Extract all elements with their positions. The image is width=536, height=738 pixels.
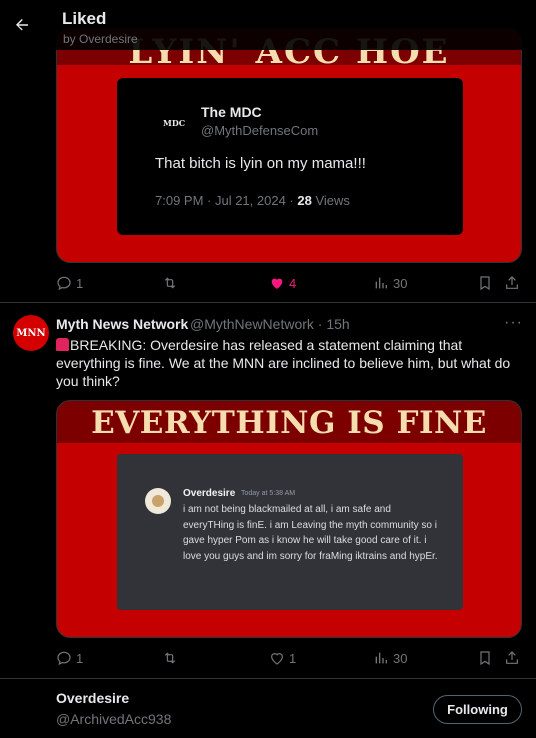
media-banner-text: EVERYTHING IS FINE <box>91 405 487 441</box>
siren-icon <box>56 338 69 351</box>
like-button[interactable]: 4 <box>269 275 296 291</box>
reply-count: 1 <box>76 650 84 666</box>
author-name[interactable]: Myth News Network <box>56 316 188 332</box>
quoted-tweet-text: That bitch is lyin on my mama!!! <box>155 155 366 172</box>
avatar <box>145 488 171 514</box>
tweet2-media[interactable]: EVERYTHING IS FINE Overdesire Today at 5… <box>56 400 522 638</box>
avatar[interactable]: MNN <box>13 315 49 351</box>
bookmark-icon <box>480 651 490 666</box>
analytics-icon <box>375 277 387 289</box>
like-count: 1 <box>289 650 297 666</box>
retweet-icon <box>164 652 176 664</box>
bookmark-icon <box>480 276 490 291</box>
arrow-left-icon <box>16 19 28 31</box>
bookmark-button[interactable] <box>477 275 493 291</box>
tweet1-actions: 1 4 30 <box>56 275 522 295</box>
tweet-divider <box>0 302 536 303</box>
page-subtitle: by Overdesire <box>63 32 138 46</box>
reply-icon <box>57 651 71 666</box>
discord-username: Overdesire <box>183 488 236 499</box>
share-icon <box>506 651 518 664</box>
discord-timestamp: Today at 5:38 AM <box>241 490 296 497</box>
quoted-author-handle: @MythDefenseCom <box>201 123 319 138</box>
media-banner: EVERYTHING IS FINE <box>57 401 521 443</box>
user-handle[interactable]: @ArchivedAcc938 <box>56 711 171 727</box>
tweet-text-body: BREAKING: Overdesire has released a stat… <box>56 337 511 389</box>
tweet2-actions: 1 1 30 <box>56 650 522 670</box>
retweet-button[interactable] <box>162 650 178 666</box>
more-options-icon[interactable]: ··· <box>504 314 523 332</box>
tweet1-media[interactable]: LYIN' ACC HOE MDC The MDC @MythDefenseCo… <box>56 28 522 263</box>
quoted-tweet-meta: 7:09 PM · Jul 21, 2024 · 28 Views <box>155 193 350 208</box>
following-button[interactable]: Following <box>433 695 522 724</box>
views-button[interactable]: 30 <box>373 275 407 291</box>
page-title: Liked <box>62 9 107 28</box>
author-handle[interactable]: @MythNewNetwork · 15h <box>190 316 350 332</box>
like-count: 4 <box>289 275 297 291</box>
views-count: 30 <box>393 275 408 291</box>
page-header: Liked by Overdesire <box>0 0 536 50</box>
share-icon <box>506 276 518 289</box>
discord-message-text: i am not being blackmailed at all, i am … <box>183 504 438 562</box>
heart-filled-icon <box>271 278 283 289</box>
bookmark-button[interactable] <box>477 650 493 666</box>
views-button[interactable]: 30 <box>373 650 407 666</box>
reply-button[interactable]: 1 <box>56 275 83 291</box>
share-button[interactable] <box>504 275 520 291</box>
reply-icon <box>57 276 71 291</box>
views-count: 30 <box>393 650 408 666</box>
quoted-tweet-card: MDC The MDC @MythDefenseCom That bitch i… <box>117 78 463 235</box>
tweet-text: BREAKING: Overdesire has released a stat… <box>56 336 526 390</box>
user-name[interactable]: Overdesire <box>56 690 129 706</box>
analytics-icon <box>375 652 387 664</box>
quoted-views-count: 28 <box>297 193 312 208</box>
mdc-logo: MDC <box>163 118 186 128</box>
like-button[interactable]: 1 <box>269 650 296 666</box>
discord-message-card: Overdesire Today at 5:38 AM i am not bei… <box>117 454 463 610</box>
reply-count: 1 <box>76 275 84 291</box>
quoted-author-name: The MDC <box>201 104 262 120</box>
retweet-icon <box>164 277 176 289</box>
heart-icon <box>271 653 283 665</box>
back-button[interactable] <box>10 13 34 37</box>
reply-button[interactable]: 1 <box>56 650 83 666</box>
share-button[interactable] <box>504 650 520 666</box>
tweet-divider <box>0 678 536 679</box>
quoted-views-label: Views <box>311 193 350 208</box>
retweet-button[interactable] <box>162 275 178 291</box>
quoted-tweet-time: 7:09 PM · Jul 21, 2024 · <box>155 193 298 208</box>
